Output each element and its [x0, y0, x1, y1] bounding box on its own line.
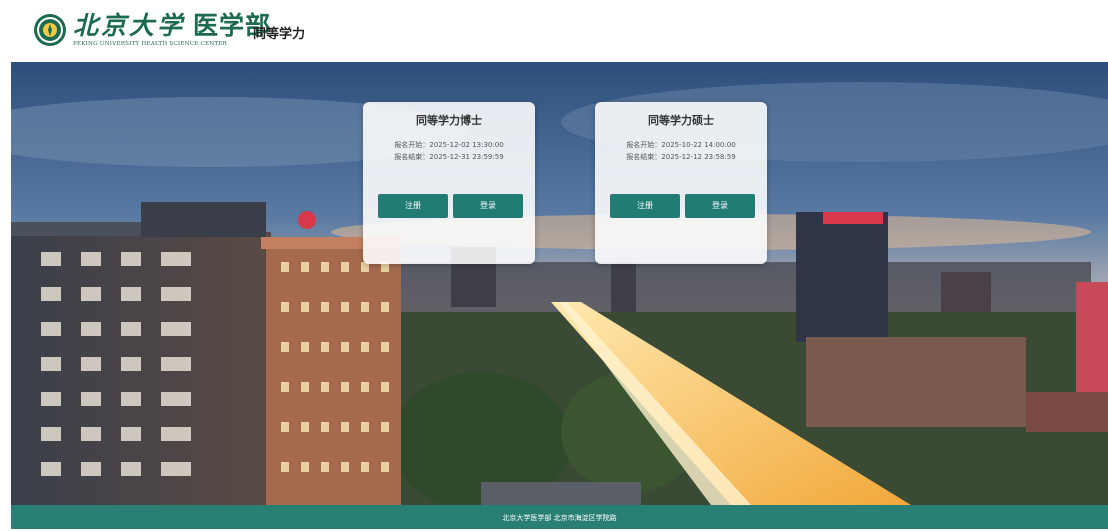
card-title: 同等学力博士	[416, 114, 482, 127]
card-title: 同等学力硕士	[648, 114, 714, 127]
university-emblem-icon	[34, 14, 66, 46]
registration-start-time: 报名开始：2025-10-22 14:00:00	[626, 141, 736, 149]
doctor-register-button[interactable]: 注册	[378, 194, 448, 218]
registration-start-time: 报名开始：2025-12-02 13:30:00	[394, 141, 504, 149]
doctor-login-button[interactable]: 登录	[453, 194, 523, 218]
system-title: 同等学力	[253, 27, 306, 42]
card-actions: 注册 登录	[610, 194, 755, 218]
footer-address: 北京大学医学部 北京市海淀区学院路	[502, 514, 617, 522]
city-skyline-illustration	[11, 62, 1108, 505]
registration-end-time: 报名结束：2025-12-31 23:59:59	[394, 153, 504, 161]
master-register-button[interactable]: 注册	[610, 194, 680, 218]
doctor-program-card: 同等学力博士 报名开始：2025-12-02 13:30:00 报名结束：202…	[363, 102, 535, 264]
university-logo[interactable]: 北京大学 医学部 PEKING UNIVERSITY HEALTH SCIENC…	[33, 13, 271, 47]
registration-end-time: 报名结束：2025-12-12 23:58:59	[626, 153, 736, 161]
hero-background-image	[11, 62, 1108, 505]
logo-chinese-name: 北京大学 医学部	[73, 13, 271, 38]
page-footer: 北京大学医学部 北京市海淀区学院路	[11, 505, 1108, 529]
logo-text: 北京大学 医学部 PEKING UNIVERSITY HEALTH SCIENC…	[73, 13, 271, 47]
page-header: 北京大学 医学部 PEKING UNIVERSITY HEALTH SCIENC…	[0, 0, 1108, 62]
master-program-card: 同等学力硕士 报名开始：2025-10-22 14:00:00 报名结束：202…	[595, 102, 767, 264]
master-login-button[interactable]: 登录	[685, 194, 755, 218]
card-actions: 注册 登录	[378, 194, 523, 218]
logo-english-name: PEKING UNIVERSITY HEALTH SCIENCE CENTER	[73, 41, 227, 47]
logo-university-name: 北京大学	[73, 11, 186, 40]
